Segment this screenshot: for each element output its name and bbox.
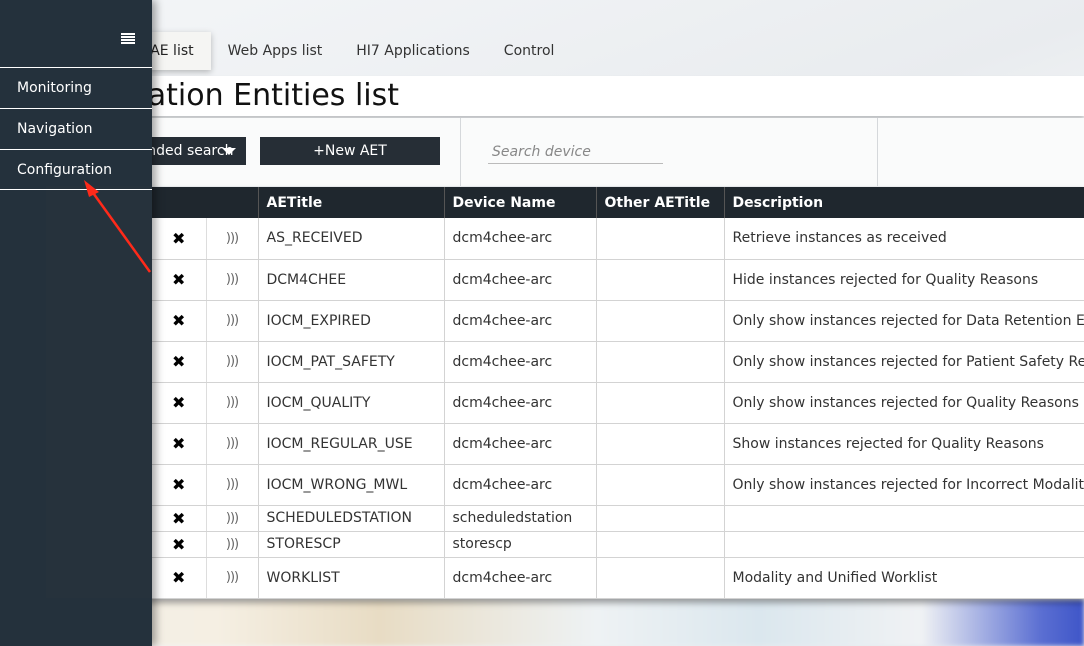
- delete-icon[interactable]: ✖: [152, 423, 206, 465]
- table-row[interactable]: 2.✖)))DCM4CHEEdcm4chee-arcHide instances…: [46, 259, 1084, 301]
- cell-description: Only show instances rejected for Incorre…: [724, 464, 1084, 506]
- divider: [0, 189, 152, 190]
- delete-icon[interactable]: ✖: [152, 341, 206, 383]
- cell-device-name: dcm4chee-arc: [444, 423, 597, 465]
- echo-icon[interactable]: ))): [205, 464, 259, 506]
- cell-other-aetitle: [596, 423, 725, 465]
- echo-icon[interactable]: ))): [205, 218, 259, 260]
- cell-description: Hide instances rejected for Quality Reas…: [724, 259, 1084, 301]
- cell-aetitle: IOCM_REGULAR_USE: [258, 423, 445, 465]
- delete-icon[interactable]: ✖: [152, 464, 206, 506]
- table-row[interactable]: 8.✖)))SCHEDULEDSTATIONscheduledstation: [46, 505, 1084, 532]
- col-header-description[interactable]: Description: [724, 187, 1084, 218]
- table-row[interactable]: 6.✖)))IOCM_REGULAR_USEdcm4chee-arcShow i…: [46, 423, 1084, 465]
- cell-device-name: dcm4chee-arc: [444, 259, 597, 301]
- delete-icon[interactable]: ✖: [152, 531, 206, 558]
- cell-other-aetitle: [596, 300, 725, 342]
- cell-other-aetitle: [596, 259, 725, 301]
- delete-icon[interactable]: ✖: [152, 505, 206, 532]
- cell-aetitle: IOCM_PAT_SAFETY: [258, 341, 445, 383]
- tab-control[interactable]: Control: [487, 32, 572, 70]
- ae-table: AETitle Device Name Other AETitle Descri…: [46, 187, 1084, 599]
- col-header-echo: [206, 187, 259, 218]
- cell-aetitle: STORESCP: [258, 531, 445, 558]
- table-row[interactable]: 1.✖)))AS_RECEIVEDdcm4chee-arcRetrieve in…: [46, 218, 1084, 260]
- table-header: AETitle Device Name Other AETitle Descri…: [46, 187, 1084, 218]
- cell-description: [724, 531, 1084, 558]
- cell-other-aetitle: [596, 218, 725, 260]
- cell-description: Only show instances rejected for Data Re…: [724, 300, 1084, 342]
- table-row[interactable]: 10.✖)))WORKLISTdcm4chee-arcModality and …: [46, 557, 1084, 599]
- cell-other-aetitle: [596, 531, 725, 558]
- cell-device-name: dcm4chee-arc: [444, 382, 597, 424]
- cell-other-aetitle: [596, 464, 725, 506]
- col-header-aetitle[interactable]: AETitle: [258, 187, 445, 218]
- sidebar-item-monitoring[interactable]: Monitoring: [0, 67, 152, 107]
- cell-other-aetitle: [596, 341, 725, 383]
- delete-icon[interactable]: ✖: [152, 382, 206, 424]
- caret-down-icon: [222, 148, 236, 155]
- title-bar: Application Entities list: [46, 76, 1084, 116]
- cell-device-name: dcm4chee-arc: [444, 557, 597, 599]
- divider: [877, 118, 878, 186]
- cell-device-name: dcm4chee-arc: [444, 218, 597, 260]
- cell-device-name: storescp: [444, 531, 597, 558]
- cell-description: Only show instances rejected for Quality…: [724, 382, 1084, 424]
- col-header-actions: [152, 187, 206, 218]
- tab-web-apps-list[interactable]: Web Apps list: [211, 32, 340, 70]
- cell-other-aetitle: [596, 382, 725, 424]
- cell-description: Show instances rejected for Quality Reas…: [724, 423, 1084, 465]
- table-row[interactable]: 5.✖)))IOCM_QUALITYdcm4chee-arcOnly show …: [46, 382, 1084, 424]
- echo-icon[interactable]: ))): [205, 259, 259, 301]
- tab-hl7-applications[interactable]: HI7 Applications: [339, 32, 487, 70]
- cell-device-name: dcm4chee-arc: [444, 300, 597, 342]
- echo-icon[interactable]: ))): [205, 557, 259, 599]
- cell-aetitle: AS_RECEIVED: [258, 218, 445, 260]
- filter-bar: Extended search +New AET: [46, 118, 1084, 186]
- sidebar-item-navigation[interactable]: Navigation: [0, 108, 152, 148]
- cell-aetitle: SCHEDULEDSTATION: [258, 505, 445, 532]
- cell-device-name: dcm4chee-arc: [444, 341, 597, 383]
- echo-icon[interactable]: ))): [205, 505, 259, 532]
- cell-description: Only show instances rejected for Patient…: [724, 341, 1084, 383]
- table-row[interactable]: 4.✖)))IOCM_PAT_SAFETYdcm4chee-arcOnly sh…: [46, 341, 1084, 383]
- echo-icon[interactable]: ))): [205, 531, 259, 558]
- table-row[interactable]: 9.✖)))STORESCPstorescp: [46, 531, 1084, 558]
- cell-description: Retrieve instances as received: [724, 218, 1084, 260]
- sidebar: Monitoring Navigation Configuration: [0, 0, 152, 646]
- main-content: Devices AE list Web Apps list HI7 Applic…: [46, 0, 1084, 646]
- new-aet-button[interactable]: +New AET: [260, 137, 440, 165]
- echo-icon[interactable]: ))): [205, 382, 259, 424]
- delete-icon[interactable]: ✖: [152, 218, 206, 260]
- delete-icon[interactable]: ✖: [152, 557, 206, 599]
- col-header-other-aetitle[interactable]: Other AETitle: [596, 187, 725, 218]
- col-header-device-name[interactable]: Device Name: [444, 187, 597, 218]
- cell-aetitle: IOCM_QUALITY: [258, 382, 445, 424]
- delete-icon[interactable]: ✖: [152, 300, 206, 342]
- cell-device-name: scheduledstation: [444, 505, 597, 532]
- cell-aetitle: IOCM_WRONG_MWL: [258, 464, 445, 506]
- cell-other-aetitle: [596, 557, 725, 599]
- echo-icon[interactable]: ))): [205, 300, 259, 342]
- cell-aetitle: DCM4CHEE: [258, 259, 445, 301]
- delete-icon[interactable]: ✖: [152, 259, 206, 301]
- echo-icon[interactable]: ))): [205, 341, 259, 383]
- search-device-input[interactable]: [488, 140, 663, 164]
- cell-other-aetitle: [596, 505, 725, 532]
- cell-description: [724, 505, 1084, 532]
- echo-icon[interactable]: ))): [205, 423, 259, 465]
- table-row[interactable]: 7.✖)))IOCM_WRONG_MWLdcm4chee-arcOnly sho…: [46, 464, 1084, 506]
- cell-aetitle: WORKLIST: [258, 557, 445, 599]
- hamburger-menu-icon[interactable]: [121, 33, 135, 46]
- cell-description: Modality and Unified Worklist: [724, 557, 1084, 599]
- sidebar-item-configuration[interactable]: Configuration: [0, 149, 152, 189]
- divider: [460, 118, 461, 186]
- table-row[interactable]: 3.✖)))IOCM_EXPIREDdcm4chee-arcOnly show …: [46, 300, 1084, 342]
- cell-aetitle: IOCM_EXPIRED: [258, 300, 445, 342]
- cell-device-name: dcm4chee-arc: [444, 464, 597, 506]
